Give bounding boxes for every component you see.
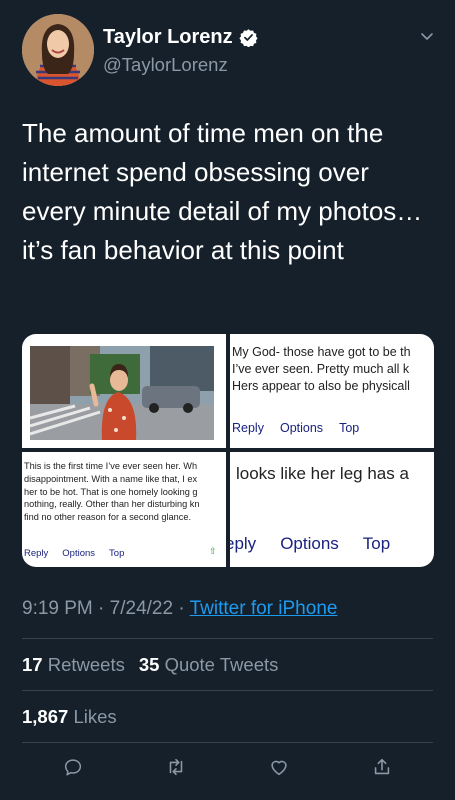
- retweet-icon[interactable]: [165, 756, 187, 783]
- likes-stat[interactable]: 1,867 Likes: [22, 706, 117, 728]
- author-name[interactable]: Taylor Lorenz: [103, 26, 233, 49]
- comment-top-link: Top: [109, 548, 125, 559]
- media-photo-street[interactable]: [22, 334, 226, 448]
- retweets-count: 17: [22, 654, 43, 675]
- comment-text: looks like her leg has a: [236, 464, 409, 483]
- comment-line: Hers appear to also be physicall: [232, 379, 410, 393]
- comment-reply-link: eply: [230, 534, 257, 553]
- meta-separator: ·: [98, 598, 105, 619]
- comment-links: Reply Options Top: [24, 548, 124, 559]
- meta-separator: ·: [178, 598, 185, 619]
- comment-line: find no other reason for a second glance…: [24, 512, 192, 523]
- author-handle[interactable]: @TaylorLorenz: [103, 54, 258, 76]
- quote-tweets-label: Quote Tweets: [164, 654, 279, 675]
- like-stats: 1,867 Likes: [22, 706, 117, 728]
- reply-icon[interactable]: [62, 756, 84, 783]
- share-icon[interactable]: [371, 756, 393, 783]
- comment-text: My God- those have got to be th I’ve eve…: [232, 344, 411, 395]
- comment-line: her to be hot. That is one homely lookin…: [24, 486, 198, 497]
- comment-reply-link: Reply: [24, 548, 49, 559]
- chevron-down-icon[interactable]: [419, 28, 435, 44]
- like-icon[interactable]: [268, 756, 290, 783]
- likes-count: 1,867: [22, 706, 69, 727]
- comment-options-link: Options: [280, 534, 339, 553]
- action-bar: [22, 754, 433, 784]
- likes-label: Likes: [73, 706, 117, 727]
- avatar[interactable]: [22, 14, 94, 86]
- up-arrow-icon: ⇧: [209, 546, 217, 556]
- tweet-date: 7/24/22: [109, 598, 174, 619]
- divider: [22, 690, 433, 691]
- comment-reply-link: Reply: [232, 421, 264, 435]
- divider: [22, 638, 433, 639]
- comment-text: This is the first time I’ve ever seen he…: [24, 460, 200, 524]
- comment-top-link: Top: [362, 534, 391, 553]
- comment-line: nothing, really. Other than her disturbi…: [24, 499, 200, 510]
- comment-links: eply Options Top: [230, 534, 390, 554]
- retweets-label: Retweets: [47, 654, 125, 675]
- divider: [22, 742, 433, 743]
- comment-links: Reply Options Top: [232, 421, 359, 435]
- comment-top-link: Top: [339, 421, 360, 435]
- comment-line: This is the first time I’ve ever seen he…: [24, 461, 198, 471]
- quote-tweets-count: 35: [138, 654, 160, 675]
- tweet-meta: 9:19 PM · 7/24/22 · Twitter for iPhone: [22, 598, 337, 620]
- comment-line: disappointment. With a name like that, I…: [24, 473, 198, 484]
- retweets-stat[interactable]: 17 Retweets: [22, 654, 125, 676]
- media-comment-bottom-right[interactable]: looks like her leg has a eply Options To…: [230, 452, 434, 567]
- quote-tweets-stat[interactable]: 35 Quote Tweets: [139, 654, 279, 676]
- tweet-text: The amount of time men on the internet s…: [22, 118, 423, 265]
- media-comment-bottom-left[interactable]: This is the first time I’ve ever seen he…: [22, 452, 226, 567]
- comment-line: I’ve ever seen. Pretty much all k: [232, 362, 410, 376]
- comment-options-link: Options: [279, 421, 324, 435]
- verified-badge-icon: [239, 28, 258, 48]
- media-comment-top-right[interactable]: My God- those have got to be th I’ve eve…: [230, 334, 434, 448]
- tweet-header: Taylor Lorenz @TaylorLorenz: [22, 14, 439, 86]
- tweet-source-link[interactable]: Twitter for iPhone: [190, 598, 338, 619]
- comment-line: My God- those have got to be th: [232, 345, 411, 359]
- tweet-time: 9:19 PM: [22, 598, 93, 619]
- author-block[interactable]: Taylor Lorenz @TaylorLorenz: [103, 26, 258, 76]
- comment-options-link: Options: [62, 548, 96, 559]
- street-photo: [30, 346, 214, 440]
- media-grid[interactable]: My God- those have got to be th I’ve eve…: [22, 334, 434, 567]
- retweet-stats: 17 Retweets 35 Quote Tweets: [22, 654, 278, 676]
